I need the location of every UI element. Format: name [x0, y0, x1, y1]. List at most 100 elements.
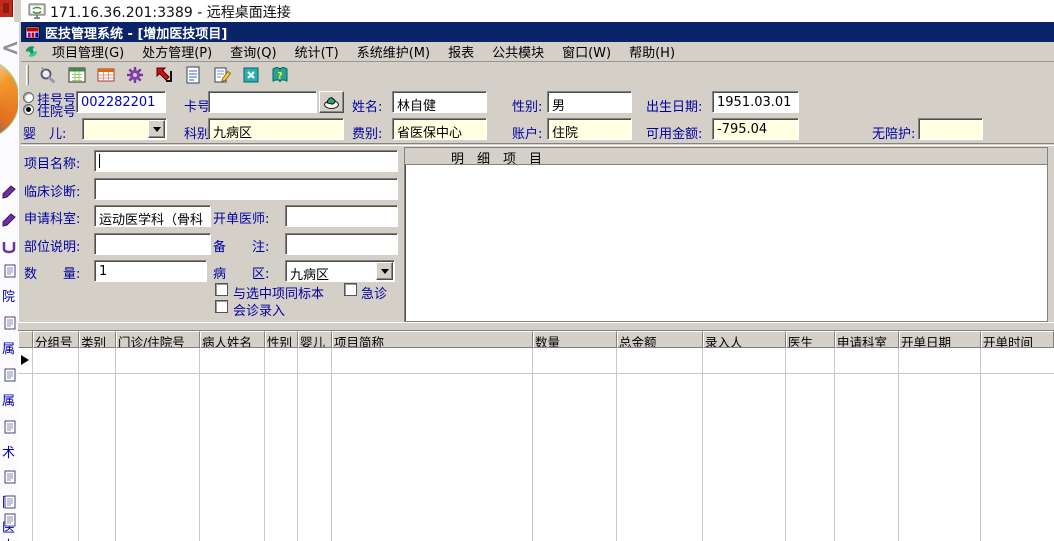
toolbar-buttons: ? — [34, 63, 293, 87]
registration-number-input[interactable]: 002282201 — [76, 91, 166, 113]
menu-item[interactable]: 处方管理(P) — [133, 40, 221, 63]
grid-column-header[interactable]: 病人姓名 — [200, 331, 265, 348]
dept-field[interactable]: 九病区 — [208, 118, 344, 140]
document-icon — [4, 495, 16, 509]
grid-column-line — [616, 348, 617, 541]
inpatient-radio[interactable] — [23, 104, 34, 115]
fee-type-label: 费别: — [352, 127, 383, 142]
grid-column-header[interactable]: 开单日期 — [899, 331, 981, 348]
quantity-input[interactable]: 1 — [94, 260, 207, 282]
document-icon — [4, 470, 16, 484]
name-input[interactable]: 林自健 — [392, 91, 487, 113]
account-field[interactable]: 住院 — [547, 118, 632, 140]
inpatient-radio-label[interactable]: 住院号 — [37, 101, 76, 120]
grid-column-header[interactable]: 申请科室 — [835, 331, 899, 348]
registration-radio[interactable] — [23, 92, 34, 103]
grid-body[interactable] — [18, 348, 1054, 541]
help-book-icon[interactable]: ? — [266, 63, 293, 87]
grid-column-line — [199, 348, 200, 541]
emergency-label[interactable]: 急诊 — [361, 283, 387, 302]
grid-column-line — [702, 348, 703, 541]
background-text: 属 — [2, 342, 16, 357]
grid-column-header[interactable]: 分组号 — [33, 331, 79, 348]
document-icon[interactable] — [179, 63, 206, 87]
grid-column-header[interactable]: 项目简称 — [332, 331, 533, 348]
baby-combo-arrow[interactable] — [148, 120, 165, 138]
chevron-down-icon — [152, 127, 161, 136]
grid-column-header[interactable]: 开单时间 — [981, 331, 1054, 348]
grid-column-header[interactable]: 婴儿 — [298, 331, 332, 348]
quantity-label: 数 量: — [24, 267, 81, 282]
item-name-input[interactable] — [94, 150, 398, 172]
ward-combo-arrow[interactable] — [376, 262, 393, 280]
svg-text:?: ? — [277, 72, 282, 82]
birth-date-input[interactable]: 1951.03.01 — [712, 91, 799, 113]
grid-column-header[interactable]: 数量 — [533, 331, 617, 348]
chevron-down-icon — [380, 269, 389, 278]
escort-field[interactable] — [918, 118, 983, 140]
doctor-input[interactable] — [285, 205, 398, 227]
gender-input[interactable]: 男 — [547, 91, 632, 113]
background-text: 院 — [2, 290, 16, 305]
detail-items-header: 明 细 项 目 — [405, 148, 1047, 165]
edit-document-icon[interactable] — [208, 63, 235, 87]
same-specimen-checkbox[interactable] — [215, 283, 228, 296]
background-side-strip: < 院属属术院医中 — [0, 22, 18, 541]
part-note-input[interactable] — [94, 233, 211, 255]
child-window-icon[interactable] — [24, 44, 39, 59]
splitter[interactable] — [18, 322, 1054, 331]
consult-entry-checkbox[interactable] — [215, 300, 228, 313]
grid-column-header[interactable]: 医生 — [786, 331, 835, 348]
background-window-edge — [13, 0, 21, 22]
account-label: 账户: — [512, 127, 543, 142]
menu-item[interactable]: 统计(T) — [286, 40, 348, 63]
table-icon[interactable] — [92, 63, 119, 87]
app-icon — [25, 25, 40, 40]
grid-column-header[interactable]: 性别 — [265, 331, 298, 348]
balance-field[interactable]: -795.04 — [712, 118, 799, 140]
diagnosis-label: 临床诊断: — [24, 185, 81, 200]
document-icon — [4, 316, 16, 330]
card-reader-button[interactable] — [319, 91, 344, 113]
window-title: 医技管理系统 - [增加医技项目] — [45, 26, 228, 42]
background-text: 属 — [2, 394, 16, 409]
calendar-icon[interactable] — [63, 63, 90, 87]
toolbar-grip[interactable] — [26, 65, 29, 85]
grid-column-header[interactable] — [18, 331, 33, 348]
fee-type-field[interactable]: 省医保中心 — [392, 118, 487, 140]
menu-item[interactable]: 报表 — [439, 40, 483, 63]
grid-column-line — [115, 348, 116, 541]
card-reader-icon — [324, 97, 339, 109]
card-number-input[interactable] — [208, 91, 317, 113]
grid-column-header[interactable]: 类别 — [79, 331, 116, 348]
emergency-checkbox[interactable] — [344, 283, 357, 296]
item-name-label: 项目名称: — [24, 157, 81, 172]
grid-column-line — [980, 348, 981, 541]
consult-entry-label[interactable]: 会诊录入 — [233, 300, 285, 319]
menu-item[interactable]: 公共模块 — [483, 40, 553, 63]
screen: 171.16.36.201:3389 - 远程桌面连接 < 院属属术院医中 医技… — [0, 0, 1054, 541]
diagnosis-input[interactable] — [94, 178, 398, 200]
grid-column-line — [297, 348, 298, 541]
grid-column-header[interactable]: 总金额 — [617, 331, 703, 348]
grid-column-header[interactable]: 录入人 — [703, 331, 786, 348]
request-dept-label: 申请科室: — [24, 212, 81, 227]
exit-icon[interactable] — [150, 63, 177, 87]
search-icon[interactable] — [34, 63, 61, 87]
close-box-icon[interactable] — [237, 63, 264, 87]
grid-column-header[interactable]: 门诊/住院号 — [116, 331, 200, 348]
gear-icon[interactable] — [121, 63, 148, 87]
menu-item[interactable]: 项目管理(G) — [43, 40, 133, 63]
request-dept-input[interactable]: 运动医学科（骨科 — [94, 205, 211, 227]
menu-item[interactable]: 查询(Q) — [221, 40, 285, 63]
menu-item[interactable]: 帮助(H) — [620, 40, 684, 63]
menu-item[interactable]: 系统维护(M) — [348, 40, 439, 63]
menu-item[interactable]: 窗口(W) — [553, 40, 620, 63]
cup-icon — [1, 240, 17, 256]
ward-label: 病 区: — [213, 267, 270, 282]
grid-column-line — [78, 348, 79, 541]
grid-column-line — [32, 348, 33, 541]
app-title-bar[interactable]: 医技管理系统 - [增加医技项目] — [21, 22, 1054, 42]
part-note-label: 部位说明: — [24, 240, 81, 255]
remark-input[interactable] — [285, 233, 398, 255]
